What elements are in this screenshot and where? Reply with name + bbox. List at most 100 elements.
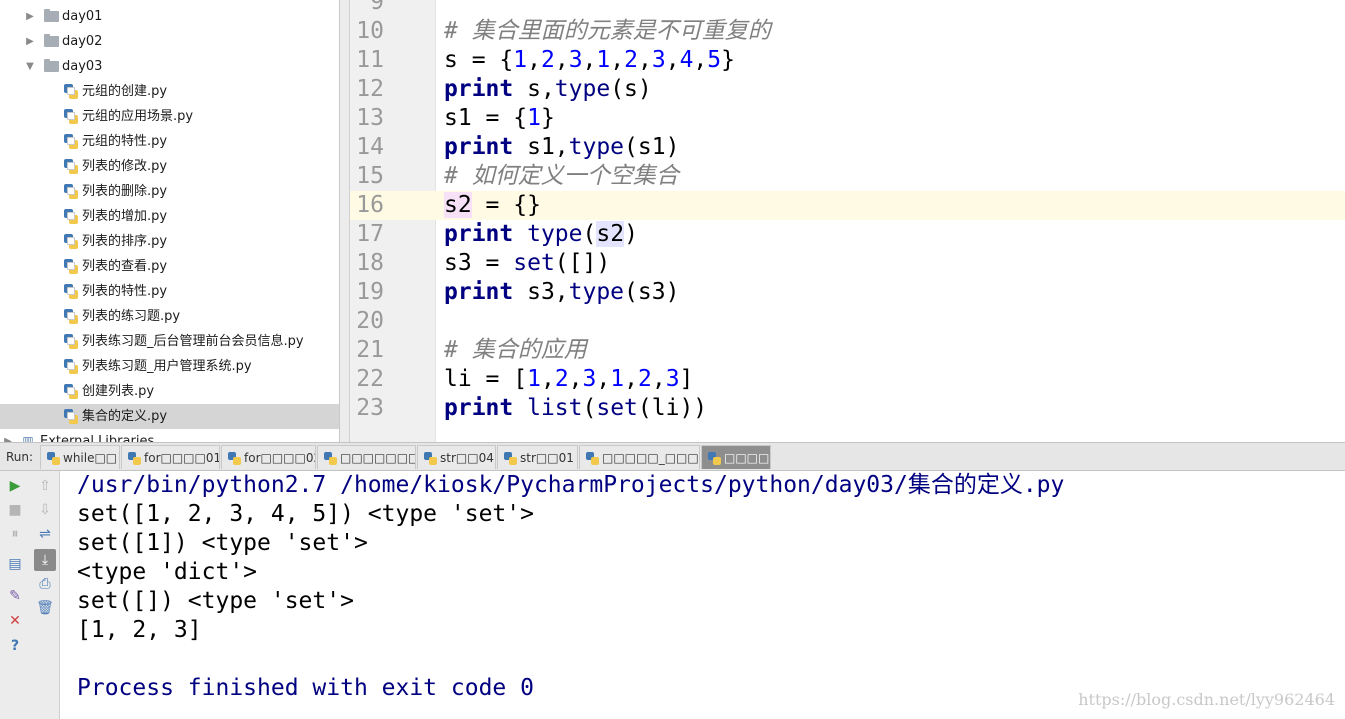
run-toolbar: ▶ ⇧ ■ ⇩ ⏸ ⇌ ▤ ⤓ ⎙ ✎ 🗑 ✕ ? xyxy=(0,471,60,719)
code-line[interactable]: 23 print list(set(li)) xyxy=(350,394,1345,423)
code-line[interactable]: 22 li = [1,2,3,1,2,3] xyxy=(350,365,1345,394)
tree-file[interactable]: 列表练习题_用户管理系统.py xyxy=(0,354,339,379)
line-number: 22 xyxy=(356,366,384,392)
code-line[interactable]: 14 print s1,type(s1) xyxy=(350,133,1345,162)
tree-file[interactable]: 元组的创建.py xyxy=(0,79,339,104)
run-tab[interactable]: str□□01 xyxy=(497,445,578,469)
console-line: [1, 2, 3] xyxy=(77,617,202,643)
run-tab[interactable]: □□□□□□□□□ xyxy=(317,445,416,469)
scroll-to-end-icon[interactable]: ⤓ xyxy=(34,549,56,571)
project-tree-scrollbar[interactable] xyxy=(340,0,350,442)
tree-file[interactable]: 列表的查看.py xyxy=(0,254,339,279)
line-number: 16 xyxy=(356,192,384,218)
python-file-icon xyxy=(64,234,78,249)
run-tab-label: □□□□□□□□□ xyxy=(340,451,415,465)
tree-file[interactable]: 创建列表.py xyxy=(0,379,339,404)
chevron-right-icon[interactable]: ▶ xyxy=(24,4,36,29)
tree-item-label: 列表的查看.py xyxy=(82,259,168,274)
tree-item-label: 列表的修改.py xyxy=(82,159,168,174)
run-tab-label: □□□□□_□□□□□ xyxy=(602,451,699,465)
tree-external-libraries[interactable]: ▶ ▥ External Libraries xyxy=(0,429,339,442)
code-line[interactable]: 12 print s,type(s) xyxy=(350,75,1345,104)
tree-file[interactable]: 列表的练习题.py xyxy=(0,304,339,329)
tree-folder[interactable]: ▶ day01 xyxy=(0,4,339,29)
tree-file[interactable]: 列表的删除.py xyxy=(0,179,339,204)
tree-file[interactable]: 列表练习题_后台管理前台会员信息.py xyxy=(0,329,339,354)
line-number: 11 xyxy=(356,47,384,73)
chevron-down-icon[interactable]: ▼ xyxy=(24,54,36,79)
restore-layout-icon[interactable]: ▤ xyxy=(6,555,24,573)
tree-folder[interactable]: ▼ day03 xyxy=(0,54,339,79)
code-line[interactable]: 9 xyxy=(350,0,1345,17)
line-number: 15 xyxy=(356,163,384,189)
help-icon[interactable]: ? xyxy=(6,637,24,655)
stop-icon[interactable]: ■ xyxy=(6,501,24,519)
code-text: # 集合的应用 xyxy=(444,337,587,363)
python-file-icon xyxy=(64,84,78,99)
code-text: s2 = {} xyxy=(444,192,541,218)
line-number: 13 xyxy=(356,105,384,131)
chevron-right-icon[interactable]: ▶ xyxy=(24,29,36,54)
line-number: 20 xyxy=(356,308,384,334)
tree-file[interactable]: 列表的特性.py xyxy=(0,279,339,304)
code-line[interactable]: 15 # 如何定义一个空集合 xyxy=(350,162,1345,191)
tree-item-label: 列表练习题_用户管理系统.py xyxy=(82,359,252,374)
code-line[interactable]: 11 s = {1,2,3,1,2,3,4,5} xyxy=(350,46,1345,75)
project-tree-panel: ▶ day01 ▶ day02 ▼ day03 元组的创建.py 元组的应用场景.py 元组的特… xyxy=(0,0,340,442)
code-text: print list(set(li)) xyxy=(444,395,708,421)
print-icon[interactable]: ⎙ xyxy=(36,575,54,593)
tree-file[interactable]: 列表的修改.py xyxy=(0,154,339,179)
python-file-icon xyxy=(64,134,78,149)
scroll-down-icon[interactable]: ⇩ xyxy=(36,501,54,519)
code-line[interactable]: 13 s1 = {1} xyxy=(350,104,1345,133)
tree-file[interactable]: 元组的特性.py xyxy=(0,129,339,154)
chevron-right-icon[interactable]: ▶ xyxy=(2,429,14,442)
scroll-up-icon[interactable]: ⇧ xyxy=(36,477,54,495)
python-file-icon xyxy=(64,209,78,224)
tree-file[interactable]: 集合的定义.py xyxy=(0,404,339,429)
console-line: set([1, 2, 3, 4, 5]) <type 'set'> xyxy=(77,501,534,527)
run-tab[interactable]: for□□□□02 xyxy=(221,445,316,469)
tree-item-label: 列表的特性.py xyxy=(82,284,168,299)
soft-wrap-icon[interactable]: ⇌ xyxy=(36,525,54,543)
close-icon[interactable]: ✕ xyxy=(6,612,24,630)
code-line[interactable]: 20 xyxy=(350,307,1345,336)
code-editor[interactable]: 9 10 # 集合里面的元素是不可重复的 11 s = {1,2,3,1,2,3,4,5… xyxy=(350,0,1345,442)
rerun-icon[interactable]: ▶ xyxy=(6,477,24,495)
tree-file[interactable]: 列表的排序.py xyxy=(0,229,339,254)
run-tab[interactable]: □□□□□_□□□□□ xyxy=(579,445,700,469)
watermark: https://blog.csdn.net/lyy962464 xyxy=(1078,690,1335,709)
code-text: print s3,type(s3) xyxy=(444,279,680,305)
run-tab[interactable]: □□□□□ xyxy=(701,445,771,469)
code-text: print type(s2) xyxy=(444,221,638,247)
run-tab[interactable]: str□□04 xyxy=(417,445,496,469)
code-line[interactable]: 18 s3 = set([]) xyxy=(350,249,1345,278)
run-console[interactable]: /usr/bin/python2.7 /home/kiosk/PycharmPr… xyxy=(60,471,1345,719)
pause-icon[interactable]: ⏸ xyxy=(6,525,24,543)
tree-file[interactable]: 元组的应用场景.py xyxy=(0,104,339,129)
code-line[interactable]: 21 # 集合的应用 xyxy=(350,336,1345,365)
code-line[interactable]: 10 # 集合里面的元素是不可重复的 xyxy=(350,17,1345,46)
code-line[interactable]: 17 print type(s2) xyxy=(350,220,1345,249)
clear-all-icon[interactable]: 🗑 xyxy=(36,599,54,617)
python-file-icon xyxy=(64,384,78,399)
tree-folder[interactable]: ▶ day02 xyxy=(0,29,339,54)
tree-item-label: 元组的应用场景.py xyxy=(82,109,194,124)
run-tab[interactable]: for□□□□01 xyxy=(121,445,220,469)
tree-item-label: 列表的排序.py xyxy=(82,234,168,249)
line-number: 17 xyxy=(356,221,384,247)
run-tab-label: □□□□□ xyxy=(724,451,770,465)
pin-icon[interactable]: ✎ xyxy=(6,587,24,605)
code-line[interactable]: 19 print s3,type(s3) xyxy=(350,278,1345,307)
python-file-icon xyxy=(64,359,78,374)
python-run-icon xyxy=(708,452,721,465)
python-file-icon xyxy=(64,159,78,174)
run-tab[interactable]: while□□ xyxy=(40,445,120,469)
code-text: s3 = set([]) xyxy=(444,250,611,276)
code-line[interactable]: 16 s2 = {} xyxy=(350,191,1345,220)
code-text: s1 = {1} xyxy=(444,105,555,131)
python-file-icon xyxy=(64,309,78,324)
tree-file[interactable]: 列表的增加.py xyxy=(0,204,339,229)
console-line: set([1]) <type 'set'> xyxy=(77,530,368,556)
python-run-icon xyxy=(128,452,141,465)
